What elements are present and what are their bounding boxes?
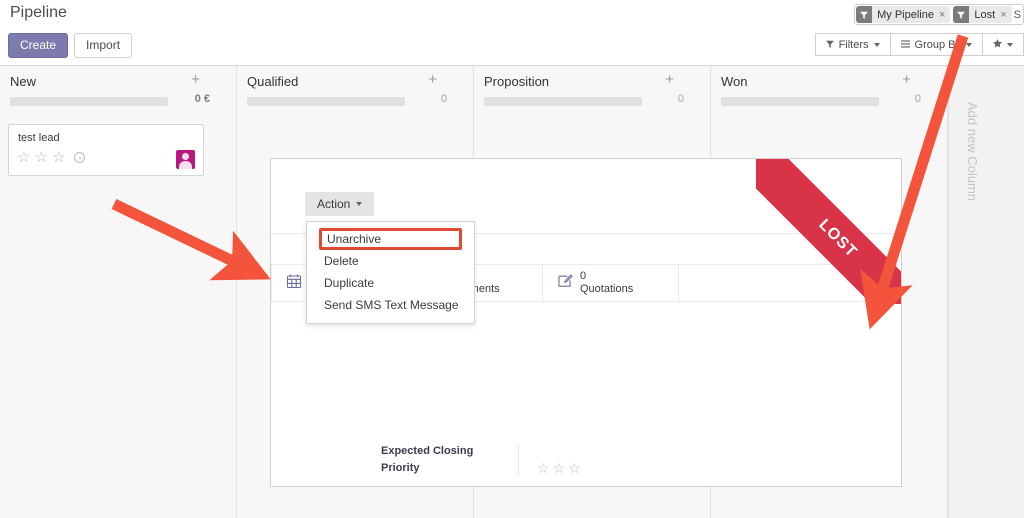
form-field-group: Expected Closing Priority ☆ ☆ ☆ (381, 443, 581, 477)
kanban-progress-bar[interactable] (10, 97, 168, 106)
action-button-label: Action (317, 197, 351, 211)
form-field-labels: Expected Closing Priority (381, 443, 519, 477)
odoo-crm-pipeline-screen: Pipeline Create Import My Pipeline × Los… (0, 0, 1024, 518)
chevron-down-icon (873, 42, 880, 47)
star-icon (993, 38, 1002, 51)
control-panel-buttons: Create Import (8, 33, 133, 58)
stat-count: 0 (580, 270, 587, 282)
star-icon[interactable]: ☆ (17, 150, 30, 165)
search-input[interactable]: S (1014, 5, 1023, 24)
menu-item-unarchive[interactable]: Unarchive (319, 228, 462, 250)
search-facet-label: My Pipeline × (872, 6, 951, 23)
close-icon[interactable]: × (939, 9, 945, 21)
add-record-plus-icon[interactable]: + (902, 72, 911, 87)
kanban-column-header: New + 0 € (0, 66, 236, 116)
facet-text: Lost (974, 8, 996, 21)
kanban-column-header: Qualified + 0 (237, 66, 473, 116)
kanban-column-count: 0 (914, 93, 921, 105)
page-title: Pipeline (10, 4, 67, 21)
add-new-column-label: Add new Column (965, 102, 980, 201)
action-dropdown-button[interactable]: Action (305, 192, 375, 216)
import-button[interactable]: Import (74, 33, 133, 58)
kanban-column-header: Won + 0 (711, 66, 947, 116)
stat-text: 0 Quotations (580, 270, 633, 296)
kanban-column-count: 0 (677, 93, 684, 105)
kanban-column-header: Proposition + 0 (474, 66, 710, 116)
facet-text: My Pipeline (877, 8, 934, 21)
menu-item-send-sms-text-message[interactable]: Send SMS Text Message (307, 294, 474, 316)
kanban-column-count: 0 € (194, 93, 210, 105)
filter-icon (953, 6, 970, 23)
create-button[interactable]: Create (8, 33, 69, 58)
filter-icon (825, 39, 834, 51)
star-icon[interactable]: ☆ (553, 461, 566, 476)
stat-button-quotations[interactable]: 0 Quotations (543, 265, 679, 301)
filter-icon (856, 6, 873, 23)
filters-label: Filters (838, 38, 869, 51)
hamburger-icon (900, 39, 910, 51)
kanban-card-title: test lead (18, 132, 60, 144)
kanban-column-count: 0 (440, 93, 447, 105)
lost-ribbon-label: LOST (815, 216, 861, 262)
star-icon[interactable]: ☆ (34, 150, 47, 165)
expected-closing-label: Expected Closing (381, 445, 474, 457)
search-facet-label: Lost × (969, 6, 1012, 23)
kanban-progress-bar[interactable] (721, 97, 879, 106)
control-panel: Pipeline Create Import My Pipeline × Los… (0, 0, 1024, 66)
add-record-plus-icon[interactable]: + (428, 72, 437, 87)
kanban-progress-bar[interactable] (247, 97, 405, 106)
close-icon[interactable]: × (1000, 9, 1006, 21)
priority-stars[interactable]: ☆ ☆ ☆ (537, 461, 581, 477)
search-facet-lost[interactable]: Lost × (953, 6, 1012, 23)
star-icon[interactable]: ☆ (537, 461, 550, 476)
add-record-plus-icon[interactable]: + (191, 72, 200, 87)
quotation-pencil-icon (557, 273, 573, 294)
filters-button[interactable]: Filters (814, 33, 890, 56)
avatar (176, 150, 195, 169)
action-dropdown-menu: Unarchive Delete Duplicate Send SMS Text… (306, 221, 475, 324)
chevron-down-icon (356, 202, 363, 206)
kanban-card-priority-stars[interactable]: ☆ ☆ ☆ (17, 150, 86, 165)
add-new-column-strip[interactable]: Add new Column (948, 66, 1024, 518)
calendar-icon (286, 273, 302, 294)
search-view[interactable]: My Pipeline × Lost × S (854, 4, 1024, 25)
form-field-values: ☆ ☆ ☆ (519, 443, 581, 477)
menu-item-duplicate[interactable]: Duplicate (307, 272, 474, 294)
clock-icon[interactable] (74, 152, 86, 163)
star-icon[interactable]: ☆ (52, 150, 65, 165)
chevron-down-icon (1007, 42, 1013, 47)
menu-item-delete[interactable]: Delete (307, 250, 474, 272)
chevron-down-icon (966, 42, 972, 47)
kanban-column-new[interactable]: New + 0 € test lead ☆ ☆ ☆ (0, 66, 237, 518)
favorites-button[interactable] (982, 33, 1024, 56)
group-by-button[interactable]: Group By (889, 33, 982, 56)
add-record-plus-icon[interactable]: + (665, 72, 674, 87)
kanban-card-test-lead[interactable]: test lead ☆ ☆ ☆ (8, 124, 204, 176)
star-icon[interactable]: ☆ (568, 461, 581, 476)
stat-label: Quotations (580, 283, 634, 295)
kanban-progress-bar[interactable] (484, 97, 642, 106)
group-by-label: Group By (914, 38, 961, 51)
priority-label: Priority (381, 462, 420, 474)
search-facet-my-pipeline[interactable]: My Pipeline × (856, 6, 951, 23)
search-dropdown-row: Filters Group By (814, 33, 1024, 56)
